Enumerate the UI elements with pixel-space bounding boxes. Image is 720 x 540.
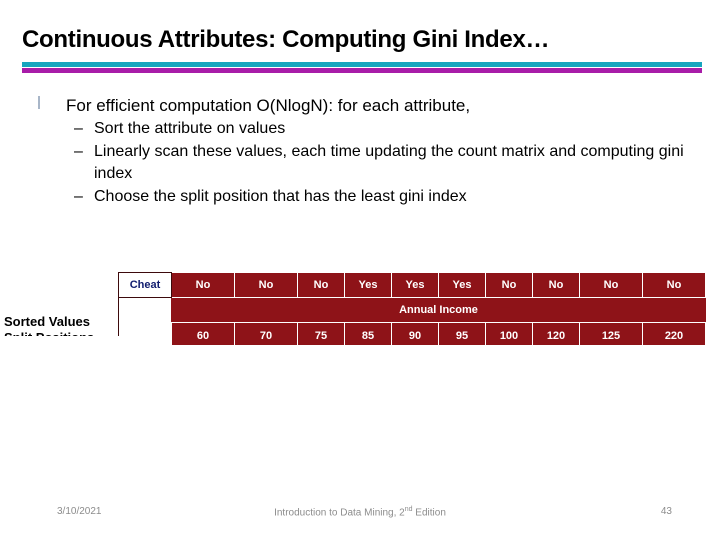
table-header-annual-income: Annual Income xyxy=(171,297,706,323)
footer-source-suffix: Edition xyxy=(412,507,446,519)
bullet-level2-sort: – Sort the attribute on values xyxy=(22,118,702,141)
table-cell-cheat: Yes xyxy=(344,272,392,298)
dash-marker-icon: – xyxy=(74,120,83,137)
bullet-level2-text-scan: Linearly scan these values, each time up… xyxy=(94,142,684,183)
table-cell-cheat: No xyxy=(234,272,298,298)
table-cell-cheat: No xyxy=(485,272,533,298)
gini-index-data-table-graphic: Cheat No No No Yes Yes Yes No No No No A… xyxy=(118,272,706,350)
row-label-cheat: Cheat xyxy=(118,272,172,298)
occlusion-overlay-lower xyxy=(0,345,720,385)
table-cell-cheat: No xyxy=(579,272,643,298)
bullet-level2-scan: – Linearly scan these values, each time … xyxy=(22,141,702,186)
divider-line-magenta xyxy=(22,68,702,73)
slide-body: For efficient computation O(NlogN): for … xyxy=(22,94,702,208)
divider-line-cyan xyxy=(22,62,702,67)
dash-marker-icon: – xyxy=(74,187,83,205)
bullet-marker-icon xyxy=(38,96,40,109)
table-cell-spacer xyxy=(118,297,172,322)
dash-marker-icon: – xyxy=(74,142,83,160)
footer-page-number: 43 xyxy=(660,506,672,517)
table-cell-cheat: No xyxy=(642,272,706,298)
sub-bullet-list: – Sort the attribute on values – Linearl… xyxy=(22,118,702,208)
title-divider xyxy=(22,62,702,73)
bullet-level1-text: For efficient computation O(NlogN): for … xyxy=(66,96,471,115)
table-cell-cheat: Yes xyxy=(438,272,486,298)
sorted-values-label: Sorted Values xyxy=(4,314,90,329)
table-row-income-header: Annual Income xyxy=(118,297,706,323)
table-cell-cheat: Yes xyxy=(391,272,439,298)
bullet-level1: For efficient computation O(NlogN): for … xyxy=(22,94,702,117)
table-row-cheat: Cheat No No No Yes Yes Yes No No No No xyxy=(118,272,706,298)
data-table: Cheat No No No Yes Yes Yes No No No No A… xyxy=(118,272,706,350)
bullet-level2-text-choose: Choose the split position that has the l… xyxy=(94,187,467,205)
table-cell-cheat: No xyxy=(171,272,235,298)
table-cell-cheat: No xyxy=(532,272,580,298)
bullet-level2-choose: – Choose the split position that has the… xyxy=(22,186,702,209)
slide-footer: 3/10/2021 Introduction to Data Mining, 2… xyxy=(0,506,720,526)
footer-source-text: Introduction to Data Mining, 2nd Edition xyxy=(0,506,720,518)
bullet-level2-text-sort: Sort the attribute on values xyxy=(94,120,286,137)
slide-title: Continuous Attributes: Computing Gini In… xyxy=(22,26,550,53)
footer-edition-superscript: nd xyxy=(404,506,413,513)
table-cell-cheat: No xyxy=(297,272,345,298)
footer-source-prefix: Introduction to Data Mining, 2 xyxy=(274,507,405,519)
